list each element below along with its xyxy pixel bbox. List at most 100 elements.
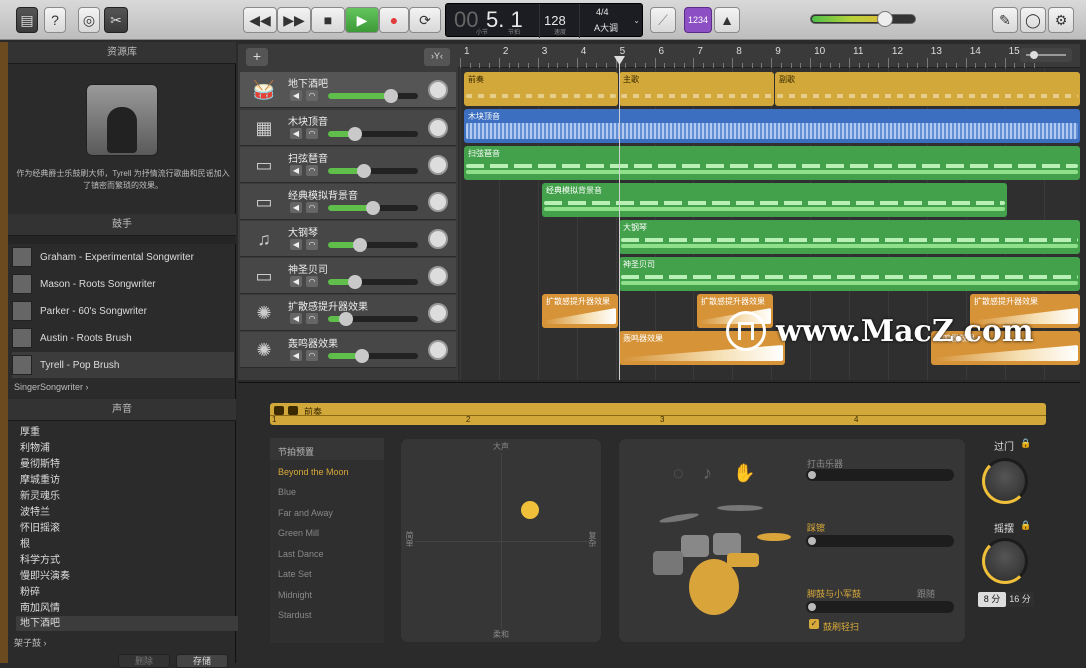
drummer-item[interactable]: Mason - Roots Songwriter xyxy=(12,271,234,297)
sound-item[interactable]: 粉碎 xyxy=(20,585,40,600)
sound-item[interactable]: 厚重 xyxy=(20,425,40,440)
region-chorus[interactable]: 副歌 xyxy=(775,72,1080,106)
shaker-icon[interactable]: ♪ xyxy=(703,463,712,484)
count-in-button[interactable]: 1234 xyxy=(684,7,712,33)
sound-item[interactable]: 新灵魂乐 xyxy=(20,489,60,504)
record-button[interactable]: ● xyxy=(379,7,409,33)
mute-icon[interactable]: ◀ xyxy=(290,276,302,287)
mute-icon[interactable]: ◀ xyxy=(290,128,302,139)
cymbal-icon[interactable] xyxy=(658,511,700,525)
playhead[interactable] xyxy=(619,58,620,380)
tuner-icon[interactable]: ⟋ xyxy=(650,7,676,33)
snare-icon[interactable] xyxy=(727,553,759,567)
pan-knob[interactable] xyxy=(428,340,448,360)
track-volume-slider[interactable] xyxy=(328,127,418,141)
track-header[interactable]: ✺ 轰鸣器效果 ◀ ◠ xyxy=(240,332,456,368)
xy-puck[interactable] xyxy=(521,501,539,519)
track-header[interactable]: ▭ 扫弦琶音 ◀ ◠ xyxy=(240,147,456,183)
region-fx1[interactable]: 扩散感提升器效果 xyxy=(542,294,618,328)
track-volume-slider[interactable] xyxy=(328,164,418,178)
fills-knob[interactable] xyxy=(982,458,1028,504)
notepad-icon[interactable]: ✎ xyxy=(992,7,1018,33)
percussion-slider[interactable] xyxy=(806,469,954,481)
headphones-icon[interactable]: ◠ xyxy=(306,128,318,139)
region-verse[interactable]: 主歌 xyxy=(619,72,774,106)
master-volume-slider[interactable] xyxy=(810,11,916,27)
region-intro[interactable]: 前奏 xyxy=(464,72,618,106)
sound-item[interactable]: 南加风情 xyxy=(20,601,60,616)
track-volume-slider[interactable] xyxy=(328,89,418,103)
loop-browser-icon[interactable]: ◯ xyxy=(1020,7,1046,33)
hihat-icon[interactable] xyxy=(757,533,791,541)
lock-icon[interactable]: 🔒 xyxy=(1020,438,1031,449)
headphones-icon[interactable]: ◠ xyxy=(306,90,318,101)
track-header[interactable]: ▦ 木块顶音 ◀ ◠ xyxy=(240,110,456,146)
hihat-slider[interactable] xyxy=(806,535,954,547)
kit-selector[interactable]: 架子鼓 › xyxy=(14,636,47,649)
swing-knob[interactable] xyxy=(982,538,1028,584)
track-header[interactable]: ♫ 大钢琴 ◀ ◠ xyxy=(240,221,456,257)
delete-button[interactable]: 删除 xyxy=(118,654,170,668)
mute-icon[interactable]: ◀ xyxy=(290,202,302,213)
drummer-item[interactable]: Parker - 60's Songwriter xyxy=(12,298,234,324)
headphones-icon[interactable]: ◠ xyxy=(306,202,318,213)
track-volume-slider[interactable] xyxy=(328,201,418,215)
eighth-note-button[interactable]: 8 分 xyxy=(978,592,1006,607)
library-icon[interactable]: ▤ xyxy=(16,7,38,33)
sound-item[interactable]: 根 xyxy=(20,537,30,552)
mute-icon[interactable]: ◀ xyxy=(290,239,302,250)
mute-icon[interactable]: ◀ xyxy=(290,313,302,324)
kick-drum-icon[interactable] xyxy=(689,559,739,615)
headphones-icon[interactable]: ◠ xyxy=(306,165,318,176)
drummer-item[interactable]: Graham - Experimental Songwriter xyxy=(12,244,234,270)
floor-tom-icon[interactable] xyxy=(653,551,683,575)
cycle-icon[interactable]: ⟳ xyxy=(409,7,441,33)
track-volume-slider[interactable] xyxy=(328,312,418,326)
scissors-icon[interactable]: ✂ xyxy=(104,7,128,33)
track-volume-slider[interactable] xyxy=(328,349,418,363)
sound-item[interactable]: 曼彻斯特 xyxy=(20,457,60,472)
timeline-ruler[interactable]: 1 2 3 4 5 6 7 8 9 10 11 12 13 14 15 xyxy=(458,44,1080,68)
sixteenth-note-button[interactable]: 16 分 xyxy=(1006,592,1034,607)
clap-icon[interactable]: ✋ xyxy=(733,463,755,484)
mute-icon[interactable]: ◀ xyxy=(290,165,302,176)
track-header[interactable]: ▭ 经典模拟背景音 ◀ ◠ xyxy=(240,184,456,220)
track-filter-icon[interactable]: ›Y‹ xyxy=(424,48,450,66)
track-volume-slider[interactable] xyxy=(328,275,418,289)
lcd-display[interactable]: 00 5. 1 小节 节拍 128 速度 4/4 A大调 ⌄ xyxy=(445,3,643,38)
tom-icon[interactable] xyxy=(713,533,741,555)
sound-item[interactable]: 地下酒吧 xyxy=(16,616,238,631)
xy-pad[interactable]: 大声 柔和 简单 复杂 xyxy=(400,438,602,643)
play-button[interactable]: ▶ xyxy=(345,7,379,33)
lock-icon[interactable]: 🔒 xyxy=(1020,520,1031,531)
drummer-item[interactable]: Tyrell - Pop Brush xyxy=(12,352,234,378)
mute-icon[interactable]: ◀ xyxy=(290,350,302,361)
preset-item[interactable]: Blue xyxy=(278,487,296,497)
pan-knob[interactable] xyxy=(428,303,448,323)
preset-item[interactable]: Midnight xyxy=(278,590,312,600)
fast-forward-button[interactable]: ▶▶ xyxy=(277,7,311,33)
zoom-slider[interactable] xyxy=(1020,48,1072,62)
track-header[interactable]: ▭ 神圣贝司 ◀ ◠ xyxy=(240,258,456,294)
percussion-icon[interactable]: ◌ xyxy=(673,463,684,484)
pan-knob[interactable] xyxy=(428,118,448,138)
metronome-icon[interactable]: ▲ xyxy=(714,7,740,33)
sound-item[interactable]: 怀旧摇滚 xyxy=(20,521,60,536)
region-analog[interactable]: 经典模拟背景音 xyxy=(542,183,1007,217)
headphones-icon[interactable]: ◠ xyxy=(306,313,318,324)
tom-icon[interactable] xyxy=(681,535,709,557)
help-icon[interactable]: ? xyxy=(44,7,66,33)
preset-item[interactable]: Beyond the Moon xyxy=(278,467,349,477)
track-header[interactable]: ✺ 扩散感提升器效果 ◀ ◠ xyxy=(240,295,456,331)
editor-region[interactable]: 前奏 1 2 3 4 xyxy=(270,403,1046,425)
pan-knob[interactable] xyxy=(428,229,448,249)
headphones-icon[interactable]: ◠ xyxy=(306,239,318,250)
drummer-item[interactable]: Austin - Roots Brush xyxy=(12,325,234,351)
ghost-notes-checkbox[interactable]: ✓ xyxy=(809,619,819,629)
rewind-button[interactable]: ◀◀ xyxy=(243,7,277,33)
preset-item[interactable]: Green Mill xyxy=(278,528,319,538)
pan-knob[interactable] xyxy=(428,266,448,286)
region-bass[interactable]: 神圣贝司 xyxy=(619,257,1080,291)
kick-snare-slider[interactable] xyxy=(806,601,954,613)
volume-knob[interactable] xyxy=(877,11,893,27)
